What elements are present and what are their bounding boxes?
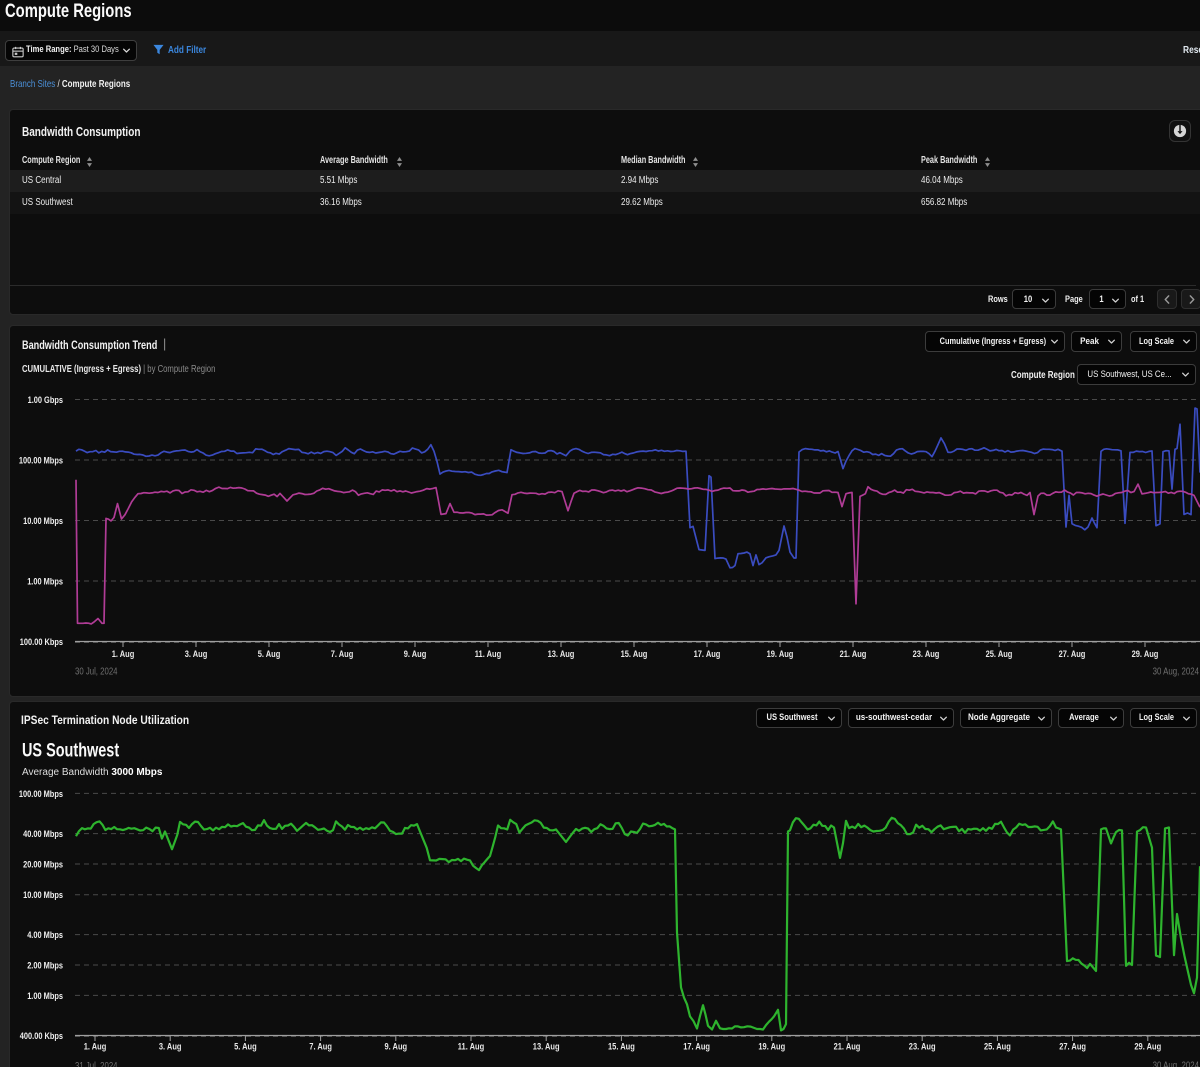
- svg-text:30 Aug, 2024: 30 Aug, 2024: [1153, 667, 1200, 678]
- svg-text:15. Aug: 15. Aug: [621, 649, 648, 660]
- svg-text:11. Aug: 11. Aug: [475, 649, 502, 660]
- svg-text:17. Aug: 17. Aug: [683, 1042, 710, 1053]
- svg-text:20.00 Mbps: 20.00 Mbps: [23, 859, 63, 870]
- svg-text:10.00 Mbps: 10.00 Mbps: [23, 516, 63, 527]
- svg-text:400.00 Kbps: 400.00 Kbps: [20, 1031, 63, 1042]
- svg-text:25. Aug: 25. Aug: [984, 1042, 1011, 1053]
- svg-text:27. Aug: 27. Aug: [1059, 649, 1086, 660]
- svg-text:9. Aug: 9. Aug: [404, 649, 427, 660]
- svg-text:1.00 Mbps: 1.00 Mbps: [27, 576, 63, 587]
- svg-text:21. Aug: 21. Aug: [834, 1042, 861, 1053]
- svg-text:13. Aug: 13. Aug: [533, 1042, 560, 1053]
- svg-text:11. Aug: 11. Aug: [458, 1042, 485, 1053]
- svg-text:15. Aug: 15. Aug: [608, 1042, 635, 1053]
- svg-text:1. Aug: 1. Aug: [112, 649, 135, 660]
- svg-text:3. Aug: 3. Aug: [159, 1042, 182, 1053]
- svg-text:3. Aug: 3. Aug: [185, 649, 208, 660]
- svg-text:5. Aug: 5. Aug: [258, 649, 281, 660]
- svg-text:30 Aug, 2024: 30 Aug, 2024: [1153, 1061, 1200, 1067]
- svg-text:27. Aug: 27. Aug: [1059, 1042, 1086, 1053]
- svg-text:29. Aug: 29. Aug: [1132, 649, 1159, 660]
- svg-text:40.00 Mbps: 40.00 Mbps: [23, 829, 63, 840]
- svg-text:100.00 Kbps: 100.00 Kbps: [20, 637, 63, 648]
- svg-text:9. Aug: 9. Aug: [385, 1042, 408, 1053]
- svg-text:25. Aug: 25. Aug: [986, 649, 1013, 660]
- svg-text:7. Aug: 7. Aug: [309, 1042, 332, 1053]
- svg-text:30 Jul, 2024: 30 Jul, 2024: [75, 667, 118, 678]
- svg-text:19. Aug: 19. Aug: [758, 1042, 785, 1053]
- svg-text:29. Aug: 29. Aug: [1134, 1042, 1161, 1053]
- svg-text:23. Aug: 23. Aug: [909, 1042, 936, 1053]
- svg-text:1. Aug: 1. Aug: [84, 1042, 107, 1053]
- svg-text:1.00 Mbps: 1.00 Mbps: [27, 991, 63, 1002]
- svg-text:100.00 Mbps: 100.00 Mbps: [19, 455, 63, 466]
- svg-text:23. Aug: 23. Aug: [913, 649, 940, 660]
- svg-text:31 Jul, 2024: 31 Jul, 2024: [75, 1061, 118, 1067]
- svg-text:10.00 Mbps: 10.00 Mbps: [23, 890, 63, 901]
- svg-text:21. Aug: 21. Aug: [840, 649, 867, 660]
- svg-text:2.00 Mbps: 2.00 Mbps: [27, 960, 63, 971]
- svg-text:13. Aug: 13. Aug: [548, 649, 575, 660]
- svg-text:19. Aug: 19. Aug: [767, 649, 794, 660]
- svg-text:100.00 Mbps: 100.00 Mbps: [19, 789, 63, 800]
- svg-text:17. Aug: 17. Aug: [694, 649, 721, 660]
- svg-text:4.00 Mbps: 4.00 Mbps: [27, 930, 63, 941]
- svg-text:7. Aug: 7. Aug: [331, 649, 354, 660]
- svg-text:1.00 Gbps: 1.00 Gbps: [28, 395, 63, 406]
- svg-text:5. Aug: 5. Aug: [234, 1042, 257, 1053]
